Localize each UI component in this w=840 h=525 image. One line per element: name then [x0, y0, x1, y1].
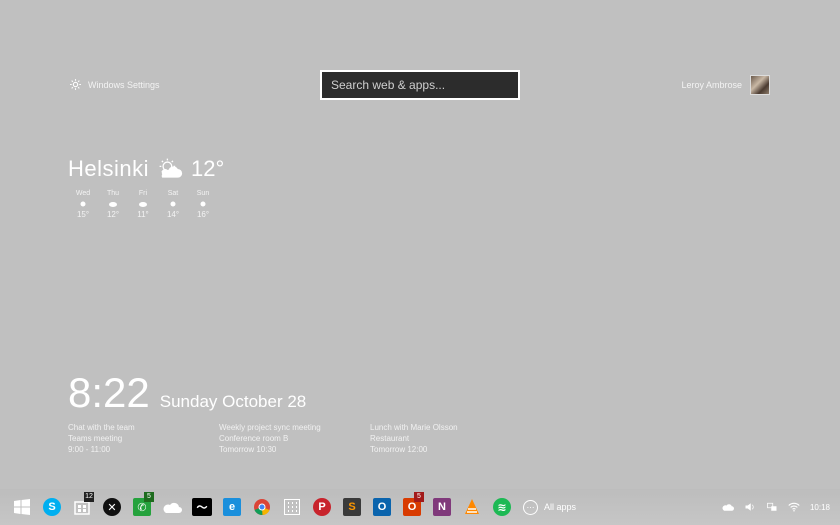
all-apps-button[interactable]: ⋯ All apps [523, 499, 577, 515]
start-button[interactable] [7, 492, 37, 522]
more-icon: ⋯ [523, 499, 538, 515]
forecast-temp: 12° [106, 210, 120, 219]
forecast-day-label: Sat [167, 190, 179, 197]
taskbar-app-pinterest[interactable]: P [307, 492, 337, 522]
event-title: Weekly project sync meeting [219, 423, 321, 432]
tray-clock[interactable]: 10:18 [810, 503, 830, 512]
taskbar-app-office[interactable]: O 5 [397, 492, 427, 522]
taskbar-app-spotify[interactable]: ≋ [487, 492, 517, 522]
weather-forecast: Wed 15° Thu 12° Fri 11° Sat 14° Sun 16° [68, 190, 224, 219]
weather-widget[interactable]: Helsinki 12° Wed 15° Thu 12° Fri 11° Sat… [68, 156, 224, 219]
event-time: Tomorrow 10:30 [219, 445, 277, 454]
event-title: Chat with the team [68, 423, 135, 432]
weather-city: Helsinki [68, 156, 150, 181]
taskbar-app-onenote[interactable]: N [427, 492, 457, 522]
cloud-icon [139, 202, 147, 207]
sun-icon [80, 201, 86, 207]
vlc-icon [465, 499, 479, 514]
forecast-temp: 11° [137, 210, 149, 219]
calendar-event[interactable]: Chat with the team Teams meeting 9:00 - … [68, 422, 219, 455]
system-tray: 10:18 [722, 489, 830, 525]
taskbar-app-tidal[interactable]: 〜 [187, 492, 217, 522]
clock-time: 8:22 [68, 369, 150, 416]
taskbar-app-xbox[interactable]: ✕ [97, 492, 127, 522]
tidal-icon: 〜 [192, 498, 212, 516]
event-title: Lunch with Marie Olsson [370, 423, 458, 432]
onenote-icon: N [433, 498, 451, 516]
clock-widget: 8:22 Sunday October 28 [68, 372, 306, 414]
taskbar-app-edge[interactable]: e [217, 492, 247, 522]
user-name: Leroy Ambrose [681, 80, 742, 90]
forecast-day: Wed 15° [68, 190, 98, 219]
edge-icon: e [223, 498, 241, 516]
forecast-day-label: Fri [138, 190, 148, 197]
event-location: Conference room B [219, 434, 289, 443]
calendar-event[interactable]: Weekly project sync meeting Conference r… [219, 422, 370, 455]
taskbar-app-skype[interactable]: S [37, 492, 67, 522]
event-time: Tomorrow 12:00 [370, 445, 428, 454]
volume-icon[interactable] [744, 501, 756, 513]
chrome-icon [254, 499, 270, 516]
taskbar-app-sublime[interactable]: S [337, 492, 367, 522]
gear-icon [70, 79, 81, 90]
forecast-day: Sat 14° [158, 190, 188, 219]
spotify-icon: ≋ [493, 498, 511, 516]
xbox-icon: ✕ [103, 498, 121, 516]
forecast-temp: 15° [76, 210, 90, 219]
notification-badge: 12 [84, 492, 94, 502]
search-input[interactable] [320, 70, 520, 100]
forecast-day-label: Thu [106, 190, 120, 197]
calculator-icon [284, 499, 300, 515]
partly-sunny-icon [159, 158, 183, 178]
settings-label: Windows Settings [88, 79, 160, 90]
taskbar-app-vlc[interactable] [457, 492, 487, 522]
skype-icon: S [43, 498, 61, 516]
event-location: Restaurant [370, 434, 410, 443]
notification-badge: 5 [144, 492, 154, 502]
all-apps-label: All apps [544, 502, 577, 512]
cloud-icon [109, 202, 117, 207]
taskbar-app-outlook[interactable]: O [367, 492, 397, 522]
sublime-icon: S [343, 498, 361, 516]
calendar-events: Chat with the team Teams meeting 9:00 - … [68, 422, 521, 455]
taskbar-app-whatsapp[interactable]: ✆ 5 [127, 492, 157, 522]
cloud-icon [163, 502, 182, 513]
calendar-event[interactable]: Lunch with Marie Olsson Restaurant Tomor… [370, 422, 521, 455]
forecast-day-label: Wed [75, 190, 91, 197]
taskbar-app-chrome[interactable] [247, 492, 277, 522]
forecast-temp: 14° [166, 210, 180, 219]
event-time: 9:00 - 11:00 [68, 445, 111, 454]
taskbar-app-onedrive[interactable] [157, 492, 187, 522]
sun-icon [200, 201, 206, 207]
notification-badge: 5 [414, 492, 424, 502]
outlook-icon: O [373, 498, 391, 516]
wifi-icon[interactable] [788, 501, 800, 513]
avatar [750, 75, 770, 95]
taskbar-app-store[interactable]: 12 [67, 492, 97, 522]
windows-logo-icon [14, 499, 30, 515]
forecast-temp: 16° [196, 210, 210, 219]
weather-current-temp: 12° [191, 156, 225, 181]
network-icon[interactable] [766, 501, 778, 513]
taskbar: S 12 ✕ ✆ 5 〜 e P S O O 5 N ≋ ⋯ All apps … [0, 489, 840, 525]
forecast-day: Fri 11° [128, 190, 158, 219]
forecast-day: Sun 16° [188, 190, 218, 219]
forecast-day: Thu 12° [98, 190, 128, 219]
user-account[interactable]: Leroy Ambrose [681, 75, 770, 95]
clock-date: Sunday October 28 [159, 392, 307, 411]
windows-settings-link[interactable]: Windows Settings [69, 78, 160, 91]
sun-icon [170, 201, 176, 207]
onedrive-tray-icon[interactable] [722, 501, 734, 513]
taskbar-app-calculator[interactable] [277, 492, 307, 522]
forecast-day-label: Sun [196, 190, 210, 197]
pinterest-icon: P [313, 498, 331, 516]
event-location: Teams meeting [68, 434, 123, 443]
